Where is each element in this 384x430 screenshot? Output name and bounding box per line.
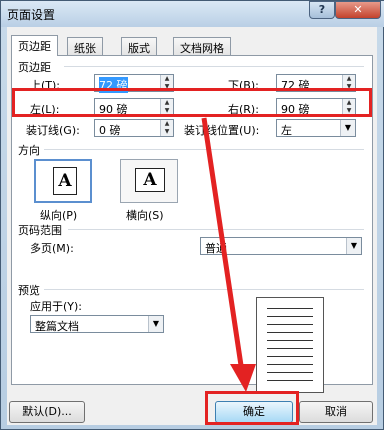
bottom-margin-label: 下(B):: [228, 79, 259, 92]
top-margin-spinner[interactable]: 72 磅 ▲ ▼: [94, 74, 174, 93]
apply-to-label: 应用于(Y):: [30, 300, 83, 313]
spin-down-icon[interactable]: ▼: [343, 83, 355, 91]
spinner-arrows[interactable]: ▲ ▼: [160, 75, 173, 91]
bottom-margin-value[interactable]: 72 磅: [281, 77, 310, 93]
orientation-section-title: 方向: [18, 144, 40, 157]
spinner-arrows[interactable]: ▲ ▼: [342, 75, 355, 91]
top-margin-value[interactable]: 72 磅: [99, 77, 128, 93]
multiple-pages-select[interactable]: 普通 ▼: [200, 237, 362, 255]
preview-line: [267, 332, 313, 333]
tab-paper[interactable]: 纸张: [67, 37, 103, 55]
landscape-label[interactable]: 横向(S): [126, 207, 164, 223]
spin-up-icon[interactable]: ▲: [161, 75, 173, 83]
multiple-pages-value[interactable]: 普通: [205, 240, 227, 256]
multiple-pages-label: 多页(M):: [30, 242, 74, 255]
gutter-position-select[interactable]: 左 ▼: [276, 119, 356, 137]
right-margin-spinner[interactable]: 90 磅 ▲ ▼: [276, 98, 356, 116]
left-margin-label: 左(L):: [30, 103, 60, 116]
top-margin-label: 上(T):: [30, 79, 61, 92]
spin-up-icon[interactable]: ▲: [343, 99, 355, 107]
spin-up-icon[interactable]: ▲: [343, 75, 355, 83]
left-margin-value[interactable]: 90 磅: [99, 101, 128, 117]
preview-line: [267, 380, 313, 381]
right-margin-value[interactable]: 90 磅: [281, 101, 310, 117]
portrait-option[interactable]: A: [34, 159, 92, 203]
right-margin-label: 右(R):: [228, 103, 259, 116]
spinner-arrows[interactable]: ▲ ▼: [160, 120, 173, 136]
apply-to-select[interactable]: 整篇文档 ▼: [30, 315, 164, 333]
tab-layout[interactable]: 版式: [121, 37, 157, 55]
preview-line: [267, 372, 313, 373]
close-button[interactable]: ✕: [335, 1, 381, 19]
default-button[interactable]: 默认(D)...: [9, 401, 85, 423]
spin-up-icon[interactable]: ▲: [161, 120, 173, 128]
section-divider: [44, 289, 364, 290]
landscape-option[interactable]: A: [120, 159, 178, 203]
spinner-arrows[interactable]: ▲ ▼: [342, 99, 355, 115]
preview-line: [267, 340, 313, 341]
left-margin-spinner[interactable]: 90 磅 ▲ ▼: [94, 98, 174, 116]
preview-line: [267, 316, 313, 317]
gutter-position-value[interactable]: 左: [281, 122, 292, 138]
spin-down-icon[interactable]: ▼: [343, 107, 355, 115]
dialog-client: 页边距 纸张 版式 文档网格 页边距 上(T): 72 磅 ▲ ▼ 下(B): 7…: [7, 27, 377, 425]
spinner-arrows[interactable]: ▲ ▼: [160, 99, 173, 115]
portrait-page-icon: A: [53, 167, 77, 195]
pages-section-title: 页码范围: [18, 224, 62, 237]
chevron-down-icon[interactable]: ▼: [148, 316, 163, 332]
page-setup-dialog: 页面设置 ? ✕ 页边距 纸张 版式 文档网格 页边距 上(T): 72 磅 ▲…: [0, 0, 384, 430]
gutter-spinner[interactable]: 0 磅 ▲ ▼: [94, 119, 174, 137]
preview-line: [267, 348, 313, 349]
gutter-position-label: 装订线位置(U):: [184, 124, 260, 137]
preview-section-title: 预览: [18, 284, 40, 297]
landscape-page-icon: A: [135, 168, 165, 192]
title-bar[interactable]: 页面设置 ? ✕: [1, 1, 384, 27]
spin-up-icon[interactable]: ▲: [161, 99, 173, 107]
help-button[interactable]: ?: [309, 1, 335, 19]
section-divider: [64, 66, 364, 67]
section-divider: [68, 229, 364, 230]
window-title: 页面设置: [7, 8, 56, 22]
gutter-label: 装订线(G):: [26, 124, 80, 137]
tab-doc-grid[interactable]: 文档网格: [173, 37, 231, 55]
preview-line: [267, 324, 313, 325]
cancel-button[interactable]: 取消: [299, 401, 373, 423]
portrait-label[interactable]: 纵向(P): [40, 207, 77, 223]
spin-down-icon[interactable]: ▼: [161, 128, 173, 136]
chevron-down-icon[interactable]: ▼: [340, 120, 355, 136]
ok-button[interactable]: 确定: [215, 401, 293, 423]
preview-line: [267, 356, 313, 357]
preview-line: [267, 308, 313, 309]
margins-section-title: 页边距: [18, 61, 51, 74]
tab-margins[interactable]: 页边距: [11, 35, 58, 56]
page-preview-thumbnail: [256, 297, 324, 393]
preview-line: [267, 364, 313, 365]
gutter-value[interactable]: 0 磅: [99, 122, 121, 138]
spin-down-icon[interactable]: ▼: [161, 107, 173, 115]
section-divider: [44, 149, 364, 150]
chevron-down-icon[interactable]: ▼: [346, 238, 361, 254]
spin-down-icon[interactable]: ▼: [161, 83, 173, 91]
bottom-margin-spinner[interactable]: 72 磅 ▲ ▼: [276, 74, 356, 92]
apply-to-value[interactable]: 整篇文档: [35, 318, 79, 334]
